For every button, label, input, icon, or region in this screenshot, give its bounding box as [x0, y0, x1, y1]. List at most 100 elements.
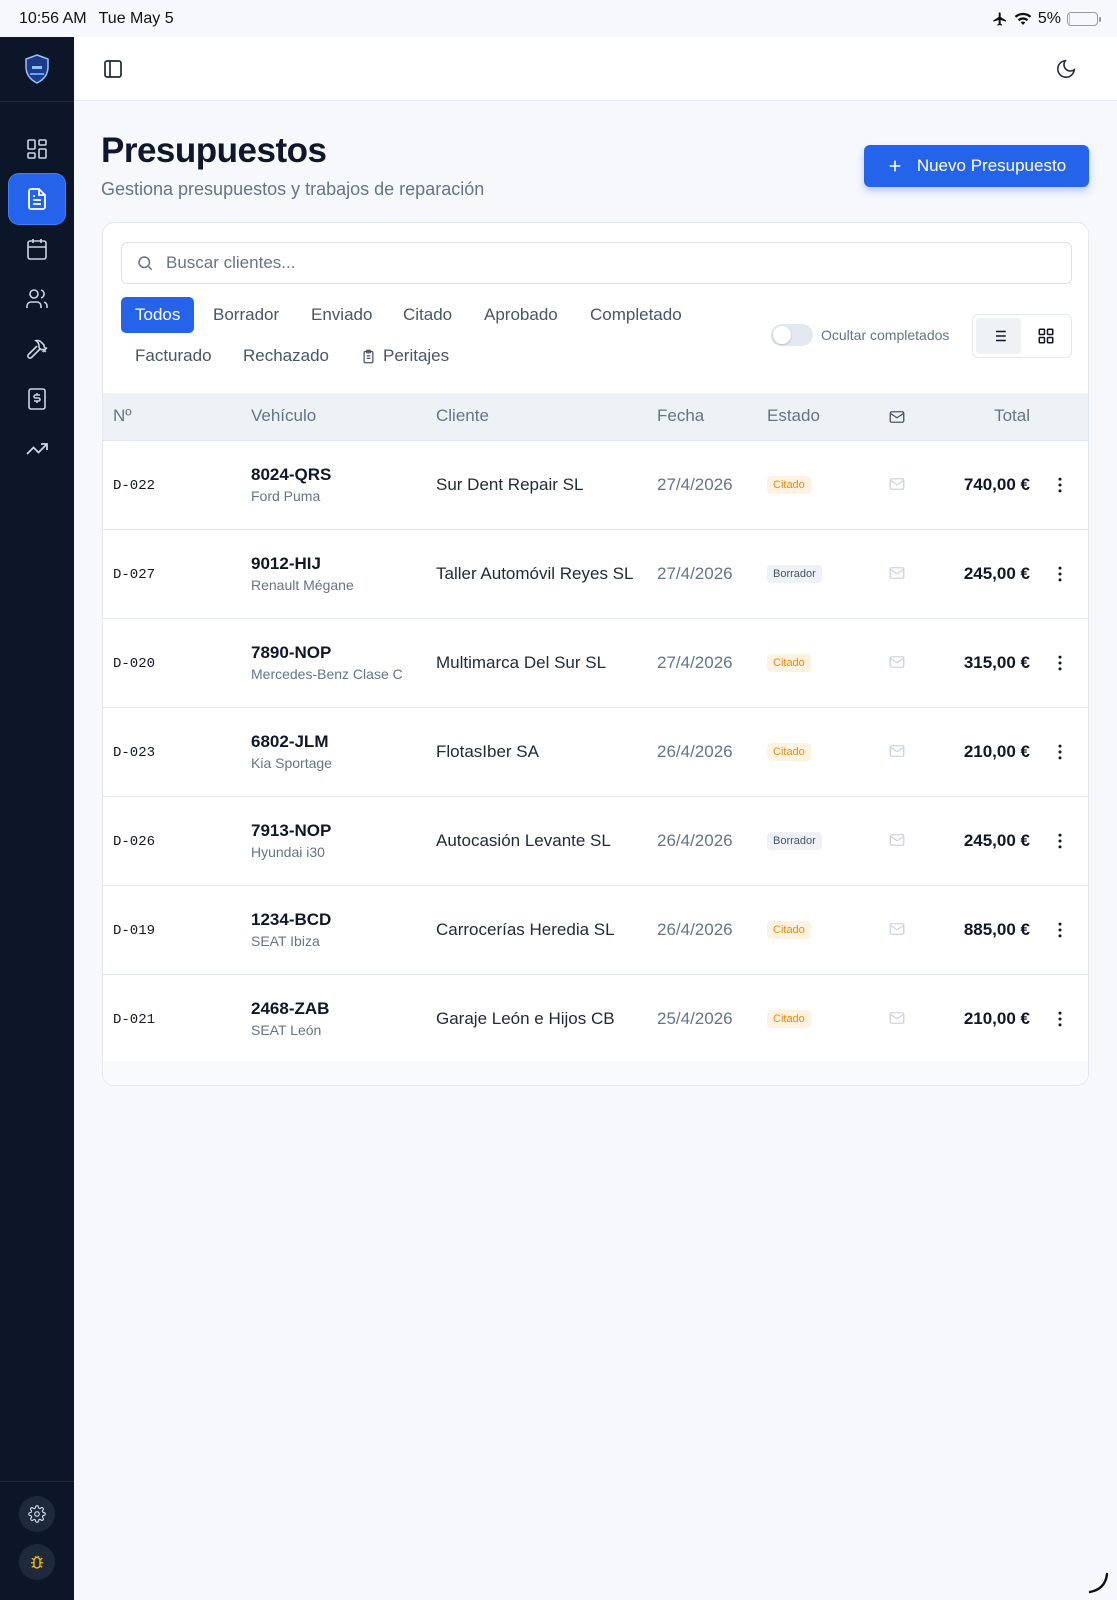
- app-logo[interactable]: [0, 37, 74, 102]
- more-vertical-icon[interactable]: [1050, 564, 1070, 584]
- plus-icon: [889, 160, 901, 172]
- client-name: Garaje León e Hijos CB: [436, 1008, 615, 1028]
- col-date[interactable]: Fecha: [657, 393, 767, 440]
- gear-icon: [28, 1505, 46, 1523]
- settings-button[interactable]: [19, 1496, 55, 1532]
- card-footer: [103, 1061, 1088, 1085]
- mail-icon[interactable]: [888, 742, 906, 760]
- search-input[interactable]: [166, 253, 1026, 273]
- col-no[interactable]: Nº: [103, 393, 251, 440]
- table-row[interactable]: D-027 9012-HIJ Renault Mégane Taller Aut…: [103, 529, 1088, 618]
- receipt-dollar-icon: [28, 388, 46, 410]
- presupuesto-number: D-023: [113, 744, 156, 761]
- sidebar: [0, 37, 74, 1600]
- filter-facturado[interactable]: Facturado: [121, 338, 226, 374]
- table-row[interactable]: D-022 8024-QRS Ford Puma Sur Dent Repair…: [103, 440, 1088, 529]
- table-header: Nº Vehículo Cliente Fecha Estado Total: [103, 393, 1088, 440]
- mail-icon[interactable]: [888, 831, 906, 849]
- client-name: Sur Dent Repair SL: [436, 474, 584, 494]
- client-name: Carrocerías Heredia SL: [436, 919, 615, 939]
- presupuesto-date: 26/4/2026: [657, 919, 733, 939]
- ios-status-bar: 10:56 AM Tue May 5 5%: [0, 0, 1117, 37]
- presupuesto-total: 210,00 €: [963, 1008, 1030, 1028]
- list-view-button[interactable]: [976, 318, 1021, 354]
- presupuesto-total: 245,00 €: [963, 563, 1030, 583]
- sidebar-toggle-icon[interactable]: [101, 57, 125, 81]
- col-status[interactable]: Estado: [767, 393, 877, 440]
- presupuesto-number: D-022: [113, 477, 156, 494]
- presupuesto-date: 27/4/2026: [657, 563, 733, 583]
- filter-enviado[interactable]: Enviado: [297, 297, 386, 333]
- status-badge: Citado: [767, 921, 811, 939]
- hammer-icon: [27, 339, 48, 359]
- debug-button[interactable]: [19, 1544, 55, 1580]
- vehicle-plate: 9012-HIJ: [251, 554, 321, 573]
- presupuesto-number: D-019: [113, 922, 156, 939]
- status-date: Tue May 5: [98, 9, 174, 27]
- table-row[interactable]: D-023 6802-JLM Kia Sportage FlotasIber S…: [103, 707, 1088, 796]
- mail-icon[interactable]: [888, 1009, 906, 1027]
- mail-icon[interactable]: [888, 920, 906, 938]
- vehicle-model: Ford Puma: [251, 488, 321, 504]
- grid-view-button[interactable]: [1023, 318, 1068, 354]
- table-row[interactable]: D-021 2468-ZAB SEAT León Garaje León e H…: [103, 974, 1088, 1063]
- more-vertical-icon[interactable]: [1050, 742, 1070, 762]
- new-presupuesto-button[interactable]: Nuevo Presupuesto: [864, 145, 1089, 187]
- status-badge: Citado: [767, 654, 811, 672]
- presupuestos-card: Todos Borrador Enviado Citado Aprobado C…: [102, 222, 1089, 1086]
- more-vertical-icon[interactable]: [1050, 920, 1070, 940]
- vehicle-plate: 8024-QRS: [251, 465, 332, 484]
- sidebar-item-dashboard[interactable]: [9, 124, 65, 174]
- sidebar-item-calendar[interactable]: [9, 224, 65, 274]
- col-client[interactable]: Cliente: [436, 393, 657, 440]
- bug-icon: [31, 1555, 43, 1569]
- clipboard-icon: [363, 349, 374, 363]
- filter-aprobado[interactable]: Aprobado: [470, 297, 572, 333]
- presupuesto-total: 245,00 €: [963, 830, 1030, 850]
- client-name: Autocasión Levante SL: [436, 830, 611, 850]
- view-mode-toggle: [972, 314, 1072, 358]
- filter-borrador[interactable]: Borrador: [199, 297, 293, 333]
- status-badge: Citado: [767, 743, 811, 761]
- search-box[interactable]: [121, 242, 1072, 284]
- status-time: 10:56 AM: [19, 9, 87, 27]
- hide-completed-toggle[interactable]: Ocultar completados: [771, 324, 949, 346]
- table-row[interactable]: D-020 7890-NOP Mercedes-Benz Clase C Mul…: [103, 618, 1088, 707]
- moon-icon[interactable]: [1055, 58, 1077, 80]
- vehicle-plate: 7913-NOP: [251, 821, 332, 840]
- scroll-indicator-icon: [1088, 1572, 1109, 1594]
- mail-icon[interactable]: [888, 653, 906, 671]
- col-total[interactable]: Total: [917, 393, 1030, 440]
- filter-todos[interactable]: Todos: [121, 297, 195, 333]
- top-bar: [74, 37, 1117, 101]
- filter-completado[interactable]: Completado: [576, 297, 696, 333]
- more-vertical-icon[interactable]: [1050, 1009, 1070, 1029]
- page-title: Presupuestos: [101, 131, 327, 170]
- table-row[interactable]: D-019 1234-BCD SEAT Ibiza Carrocerías He…: [103, 885, 1088, 974]
- filter-peritajes[interactable]: Peritajes: [347, 338, 463, 374]
- presupuesto-number: D-020: [113, 655, 156, 672]
- table-row[interactable]: D-026 7913-NOP Hyundai i30 Autocasión Le…: [103, 796, 1088, 885]
- status-badge: Borrador: [767, 832, 822, 850]
- battery-percent: 5%: [1037, 9, 1061, 27]
- more-vertical-icon[interactable]: [1050, 475, 1070, 495]
- filter-citado[interactable]: Citado: [389, 297, 466, 333]
- more-vertical-icon[interactable]: [1050, 831, 1070, 851]
- sidebar-item-clients[interactable]: [9, 274, 65, 324]
- presupuesto-number: D-027: [113, 566, 156, 583]
- vehicle-model: SEAT León: [251, 1022, 322, 1038]
- sidebar-item-billing[interactable]: [9, 374, 65, 424]
- hide-completed-switch[interactable]: [771, 324, 813, 346]
- table-body: D-022 8024-QRS Ford Puma Sur Dent Repair…: [103, 440, 1088, 1063]
- filter-rechazado[interactable]: Rechazado: [229, 338, 343, 374]
- col-vehicle[interactable]: Vehículo: [251, 393, 436, 440]
- sidebar-item-presupuestos[interactable]: [9, 174, 65, 224]
- mail-icon[interactable]: [888, 475, 906, 493]
- more-vertical-icon[interactable]: [1050, 653, 1070, 673]
- sidebar-item-reports[interactable]: [9, 424, 65, 474]
- sidebar-item-tools[interactable]: [9, 324, 65, 374]
- vehicle-plate: 7890-NOP: [251, 643, 332, 662]
- mail-icon[interactable]: [888, 564, 906, 582]
- presupuesto-total: 210,00 €: [963, 741, 1030, 761]
- status-badge: Borrador: [767, 565, 822, 583]
